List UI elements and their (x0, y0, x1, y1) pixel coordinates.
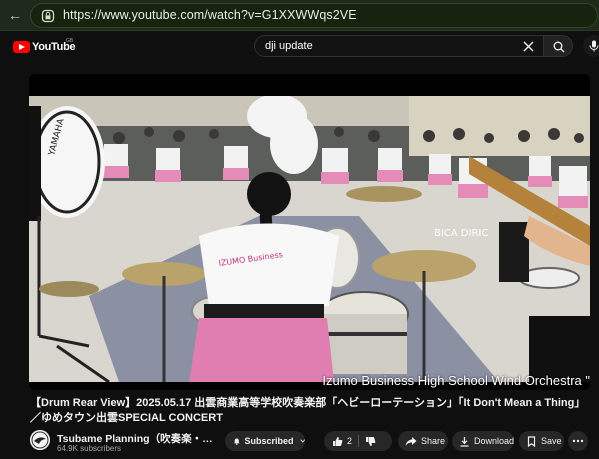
voice-search-button[interactable] (583, 35, 599, 57)
more-icon (572, 439, 584, 443)
thumbs-down-icon[interactable] (365, 436, 376, 447)
swallow-logo-icon (30, 430, 50, 450)
url-text: https://www.youtube.com/watch?v=G1XXWWqs… (63, 8, 357, 22)
search-icon (553, 41, 565, 53)
channel-avatar[interactable] (30, 430, 50, 450)
download-button[interactable]: Download (452, 431, 514, 451)
svg-text:BICA DIRIC: BICA DIRIC (434, 228, 488, 239)
lock-icon[interactable] (41, 9, 55, 23)
download-icon (460, 436, 469, 447)
search-button[interactable] (543, 35, 573, 57)
share-icon (405, 436, 417, 446)
share-button[interactable]: Share (398, 431, 448, 451)
save-button[interactable]: Save (519, 431, 564, 451)
video-title: 【Drum Rear View】2025.05.17 出雲商業高等学校吹奏楽部「… (30, 397, 586, 424)
youtube-play-icon (13, 41, 30, 53)
subscriber-count: 64.9K subscribers (57, 444, 122, 453)
save-icon (527, 435, 536, 447)
search-input[interactable]: dji update (254, 35, 543, 57)
chevron-down-icon (299, 439, 305, 443)
url-field[interactable]: https://www.youtube.com/watch?v=G1XXWWqs… (30, 3, 598, 28)
share-label: Share (421, 436, 446, 446)
youtube-header: YouTube GB dji update (0, 31, 599, 64)
video-player[interactable]: YAMAHA IZUMO Business BICA DIRIC Izumo B… (29, 74, 590, 390)
download-label: Download (473, 436, 514, 446)
thumbs-up-icon[interactable] (332, 436, 343, 447)
subscribed-label: Subscribed (244, 436, 294, 446)
search-query: dji update (265, 40, 313, 52)
more-actions-button[interactable] (568, 431, 588, 451)
save-label: Save (541, 436, 562, 446)
subscribed-button[interactable]: Subscribed (225, 431, 305, 451)
mic-icon (589, 40, 599, 52)
like-dislike-group: 2 (324, 431, 392, 451)
close-icon[interactable] (522, 40, 535, 53)
divider (358, 435, 360, 447)
region-code: GB (66, 38, 74, 44)
video-caption: Izumo Business High School Wind Orchestr… (322, 373, 590, 388)
like-count: 2 (347, 436, 353, 446)
video-frame[interactable]: YAMAHA IZUMO Business BICA DIRIC (29, 96, 590, 382)
bell-icon (234, 437, 240, 445)
back-arrow-icon[interactable]: ← (8, 7, 22, 23)
browser-address-bar: ← https://www.youtube.com/watch?v=G1XXWW… (0, 0, 599, 31)
